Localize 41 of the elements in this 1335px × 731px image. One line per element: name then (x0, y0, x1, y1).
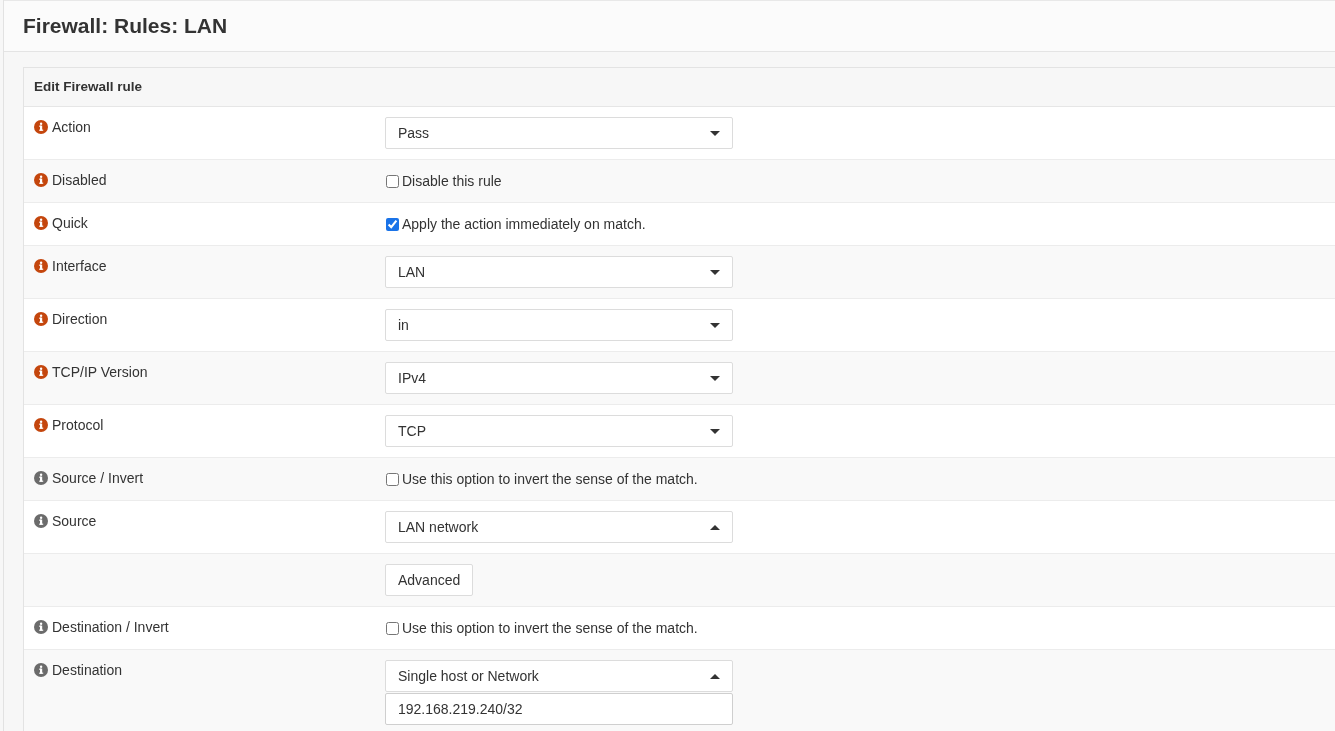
info-icon[interactable] (34, 312, 48, 326)
info-icon[interactable] (34, 663, 48, 677)
info-icon[interactable] (34, 216, 48, 230)
field-label: Destination / Invert (52, 619, 169, 636)
checkbox-label: Use this option to invert the sense of the match. (402, 471, 698, 488)
info-icon[interactable] (34, 365, 48, 379)
advanced-button[interactable]: Advanced (385, 564, 474, 596)
info-icon[interactable] (34, 418, 48, 432)
dropdown[interactable]: Single host or Network (385, 660, 733, 692)
checkbox[interactable] (386, 473, 399, 486)
checkbox[interactable] (386, 622, 399, 635)
address-field[interactable]: 192.168.219.240/32 (385, 693, 733, 725)
field-label: Direction (52, 311, 108, 328)
dropdown[interactable]: LAN (385, 256, 733, 288)
page-title: Firewall: Rules: LAN (23, 14, 228, 38)
checkbox-label: Disable this rule (402, 173, 502, 190)
field-label: TCP/IP Version (52, 364, 148, 381)
info-icon[interactable] (34, 620, 48, 634)
checkbox[interactable] (386, 218, 399, 231)
field-label: Interface (52, 258, 107, 275)
dropdown[interactable]: in (385, 309, 733, 341)
info-icon[interactable] (34, 471, 48, 485)
dropdown[interactable]: LAN network (385, 511, 733, 543)
field-label: Destination (52, 662, 123, 679)
field-label: Protocol (52, 417, 104, 434)
checkbox-label: Use this option to invert the sense of the match. (402, 620, 698, 637)
field-label: Quick (52, 215, 88, 232)
field-label: Disabled (52, 172, 107, 189)
dropdown[interactable]: IPv4 (385, 362, 733, 394)
checkbox[interactable] (386, 175, 399, 188)
field-label: Action (52, 119, 91, 136)
field-label: Source (52, 513, 97, 530)
dropdown[interactable]: Pass (385, 117, 733, 149)
dropdown[interactable]: TCP (385, 415, 733, 447)
panel-heading: Edit Firewall rule (24, 68, 1335, 107)
info-icon[interactable] (34, 173, 48, 187)
field-label: Source / Invert (52, 470, 144, 487)
checkbox-label: Apply the action immediately on match. (402, 216, 646, 233)
info-icon[interactable] (34, 514, 48, 528)
info-icon[interactable] (34, 259, 48, 273)
info-icon[interactable] (34, 120, 48, 134)
